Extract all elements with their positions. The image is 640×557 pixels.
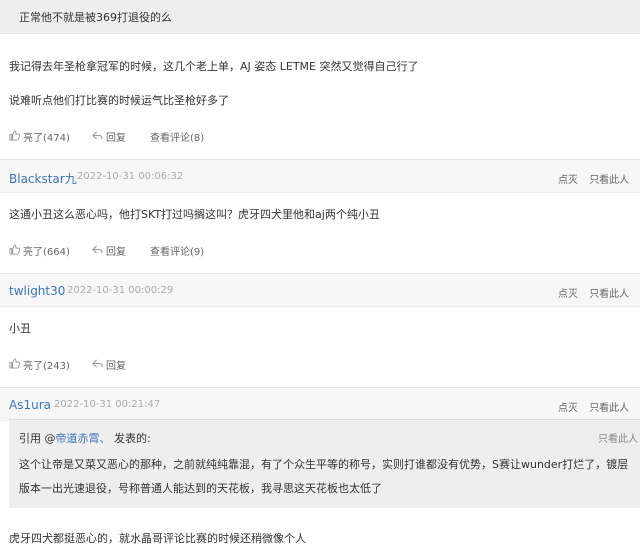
post-text-line: 我记得去年圣枪拿冠军的时候，这几个老上单，AJ 姿态 LETME 突然又觉得自己… — [9, 60, 419, 73]
quote-text: 正常他不就是被369打退役的么 — [19, 11, 172, 24]
reply-label: 回复 — [106, 361, 126, 372]
only-this-user-link[interactable]: 只看此人 — [589, 403, 629, 414]
only-this-user-link[interactable]: 只看此人 — [589, 289, 629, 300]
quote-block: 正常他不就是被369打退役的么 — [0, 0, 640, 34]
quote-only-this-user-link[interactable]: 只看此人 — [598, 430, 638, 445]
like-label: 亮了(243) — [23, 361, 70, 372]
quote-prefix: 引用 @ — [19, 432, 56, 445]
post-time: 2022-10-31 00:21:47 — [54, 399, 161, 410]
post-actions: 亮了(243) 回复 — [9, 357, 309, 373]
post-actions: 亮了(474) 回复 查看评论(8) — [9, 129, 409, 145]
username-link[interactable]: twlight30 — [9, 284, 65, 298]
username-link[interactable]: As1ura — [9, 398, 51, 412]
dislike-link[interactable]: 点灭 — [558, 403, 578, 414]
reply-arrow-icon — [92, 131, 103, 140]
post-time: 2022-10-31 00:00:29 — [67, 285, 174, 296]
thumbs-up-icon — [9, 130, 20, 141]
post-actions: 亮了(664) 回复 查看评论(9) — [9, 243, 409, 259]
dislike-link[interactable]: 点灭 — [558, 175, 578, 186]
reply-label: 回复 — [106, 247, 126, 258]
dislike-link[interactable]: 点灭 — [558, 289, 578, 300]
reply-label: 回复 — [106, 133, 126, 144]
post-time: 2022-10-31 00:06:32 — [77, 171, 184, 182]
post-text-line: 这通小丑这么恶心吗，他打SKT打过吗搁这叫？虎牙四犬里他和aj两个纯小丑 — [9, 208, 380, 221]
like-label: 亮了(474) — [23, 133, 70, 144]
thumbs-up-icon — [9, 358, 20, 369]
quoted-user-link[interactable]: 帝道赤霄、 — [56, 432, 111, 445]
header-links: 点灭 只看此人 举报 — [558, 285, 640, 300]
username-link[interactable]: Blackstar九 — [9, 170, 77, 187]
header-links: 点灭 只看此人 举报 — [558, 399, 640, 414]
only-this-user-link[interactable]: 只看此人 — [589, 175, 629, 186]
post-text-line: 虎牙四犬都挺恶心的，就水晶哥评论比赛的时候还稍微像个人 — [9, 532, 306, 545]
post-header: As1ura 2022-10-31 00:21:47 点灭 只看此人 举报 — [0, 387, 640, 421]
quote-suffix: 发表的: — [110, 432, 151, 445]
quote-text-line: 这个让帝是又菜又恶心的那种，之前就纯纯靠混，有了个众生平等的称号，实则打谁都没有… — [19, 458, 629, 471]
post-header: twlight30 2022-10-31 00:00:29 点灭 只看此人 举报 — [0, 273, 640, 307]
header-links: 点灭 只看此人 举报 — [558, 171, 640, 186]
reply-arrow-icon — [92, 245, 103, 254]
quote-text-line: 版本一出光速退役，号称普通人能达到的天花板，我寻思这天花板也太低了 — [19, 482, 382, 495]
quote-header: 引用 @帝道赤霄、 发表的: — [19, 430, 151, 446]
post-text-line: 小丑 — [9, 322, 31, 335]
post-text-line: 说难听点他们打比赛的时候运气比圣枪好多了 — [9, 94, 229, 107]
quoted-post: 引用 @帝道赤霄、 发表的: 只看此人 这个让帝是又菜又恶心的那种，之前就纯纯靠… — [9, 419, 640, 508]
thumbs-up-icon — [9, 244, 20, 255]
post-header: Blackstar九 2022-10-31 00:06:32 点灭 只看此人 举… — [0, 159, 640, 193]
like-label: 亮了(664) — [23, 247, 70, 258]
reply-arrow-icon — [92, 359, 103, 368]
